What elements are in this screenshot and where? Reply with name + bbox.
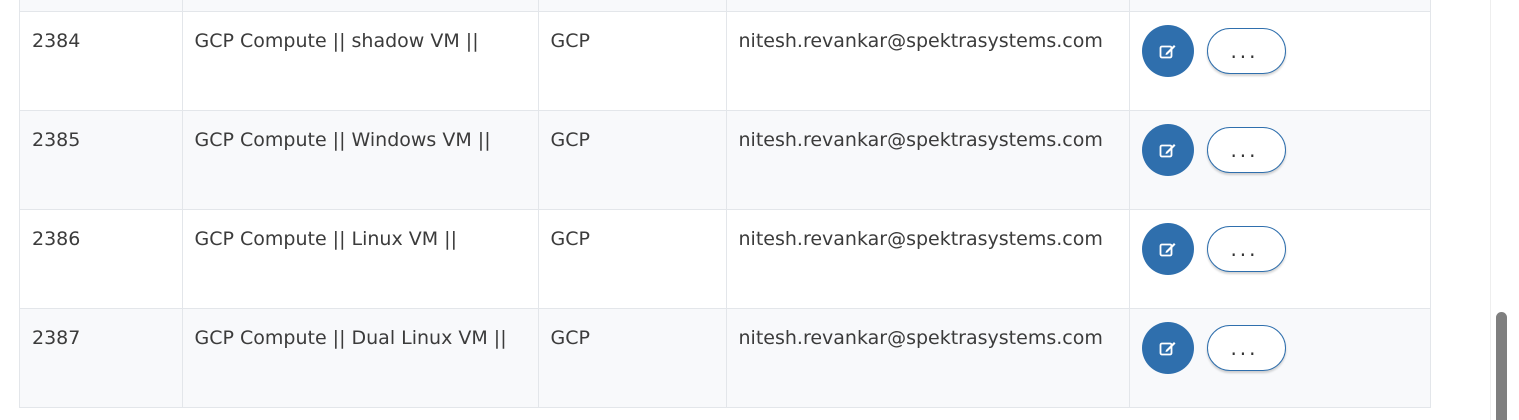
id-cell: 2386 [20,209,182,309]
id-cell: 2385 [20,110,182,210]
table-row [20,0,1430,12]
owner-text: nitesh.revankar@spektrasystems.com [738,228,1103,250]
data-table: 2384 GCP Compute || shadow VM || GCP nit… [20,0,1430,408]
provider-cell: GCP [537,308,726,408]
more-options-button[interactable]: ... [1206,325,1286,371]
edit-icon [1159,243,1175,257]
edit-button[interactable] [1141,223,1194,275]
owner-cell: nitesh.revankar@spektrasystems.com [725,308,1129,408]
table-row: 2384 GCP Compute || shadow VM || GCP nit… [20,11,1431,111]
name-text: GCP Compute || Windows VM || [194,129,491,151]
actions-cell: ... [1128,209,1431,309]
id-cell [20,0,182,12]
owner-text: nitesh.revankar@spektrasystems.com [738,129,1103,151]
name-cell: GCP Compute || shadow VM || [181,11,538,111]
table-row: 2387 GCP Compute || Dual Linux VM || GCP… [20,308,1431,408]
edit-icon [1159,144,1175,158]
id-cell: 2384 [20,11,182,111]
name-cell: GCP Compute || Linux VM || [181,209,538,309]
actions-cell: ... [1128,11,1431,111]
provider-text: GCP [550,228,590,250]
name-cell: GCP Compute || Windows VM || [181,110,538,210]
owner-text: nitesh.revankar@spektrasystems.com [738,327,1103,349]
provider-cell [537,0,726,12]
actions-cell: ... [1128,308,1431,408]
scrollbar-thumb[interactable] [1496,312,1507,420]
name-cell [181,0,538,12]
id-text: 2384 [32,30,81,52]
row-actions: ... [1130,12,1431,77]
table-row: 2385 GCP Compute || Windows VM || GCP ni… [20,110,1431,210]
id-text: 2385 [32,129,81,151]
provider-cell: GCP [537,11,726,111]
owner-cell [725,0,1129,12]
name-text: GCP Compute || Dual Linux VM || [194,327,507,349]
edit-button[interactable] [1141,322,1194,374]
provider-cell: GCP [537,209,726,309]
edit-button[interactable] [1141,124,1194,176]
row-actions: ... [1130,210,1431,275]
name-text: GCP Compute || shadow VM || [194,30,479,52]
owner-cell: nitesh.revankar@spektrasystems.com [725,209,1129,309]
page: 2384 GCP Compute || shadow VM || GCP nit… [0,0,1519,420]
id-text: 2387 [32,327,81,349]
actions-cell: ... [1128,110,1431,210]
owner-cell: nitesh.revankar@spektrasystems.com [725,11,1129,111]
row-actions: ... [1130,309,1431,374]
name-cell: GCP Compute || Dual Linux VM || [181,308,538,408]
provider-text: GCP [550,327,590,349]
more-options-button[interactable]: ... [1206,127,1286,173]
edit-button[interactable] [1141,25,1194,77]
owner-text: nitesh.revankar@spektrasystems.com [738,30,1103,52]
table-row: 2386 GCP Compute || Linux VM || GCP nite… [20,209,1431,309]
provider-cell: GCP [537,110,726,210]
more-options-button[interactable]: ... [1206,28,1286,74]
owner-cell: nitesh.revankar@spektrasystems.com [725,110,1129,210]
more-options-button[interactable]: ... [1206,226,1286,272]
table-container: 2384 GCP Compute || shadow VM || GCP nit… [19,0,1431,408]
provider-text: GCP [550,129,590,151]
name-text: GCP Compute || Linux VM || [194,228,457,250]
edit-icon [1159,45,1175,59]
actions-cell [1128,0,1430,12]
id-text: 2386 [32,228,81,250]
provider-text: GCP [550,30,590,52]
edit-icon [1159,342,1175,356]
row-actions: ... [1130,111,1431,176]
id-cell: 2387 [20,308,182,408]
